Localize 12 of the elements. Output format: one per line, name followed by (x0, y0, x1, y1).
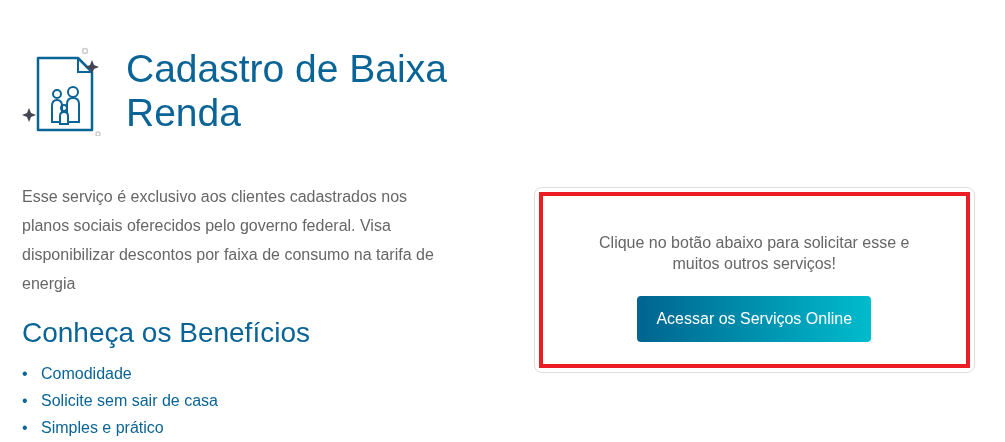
benefit-item: Solicite sem sair de casa (41, 391, 218, 409)
benefit-item: Simples e prático (41, 418, 164, 436)
online-services-button[interactable]: Acessar os Serviços Online (637, 296, 872, 342)
service-description: Esse serviço é exclusivo aos clientes cadastrados nos planos sociais oferecidos pelo governo federal. Visa disponibilizar descontos por faixa de consumo na tarifa de energia (22, 187, 435, 294)
cta-text: Clique no botão abaixo para solicitar esse e muitos outros serviços! (598, 233, 911, 274)
bullet: • (22, 363, 29, 384)
bullet: • (22, 390, 29, 411)
benefit-item: Comodidade (41, 364, 132, 382)
bullet: • (22, 417, 29, 438)
family-document-icon (22, 46, 102, 136)
page-title: Cadastro de Baixa Renda (126, 46, 448, 136)
benefits-heading: Conheça os Benefícios (22, 316, 311, 350)
